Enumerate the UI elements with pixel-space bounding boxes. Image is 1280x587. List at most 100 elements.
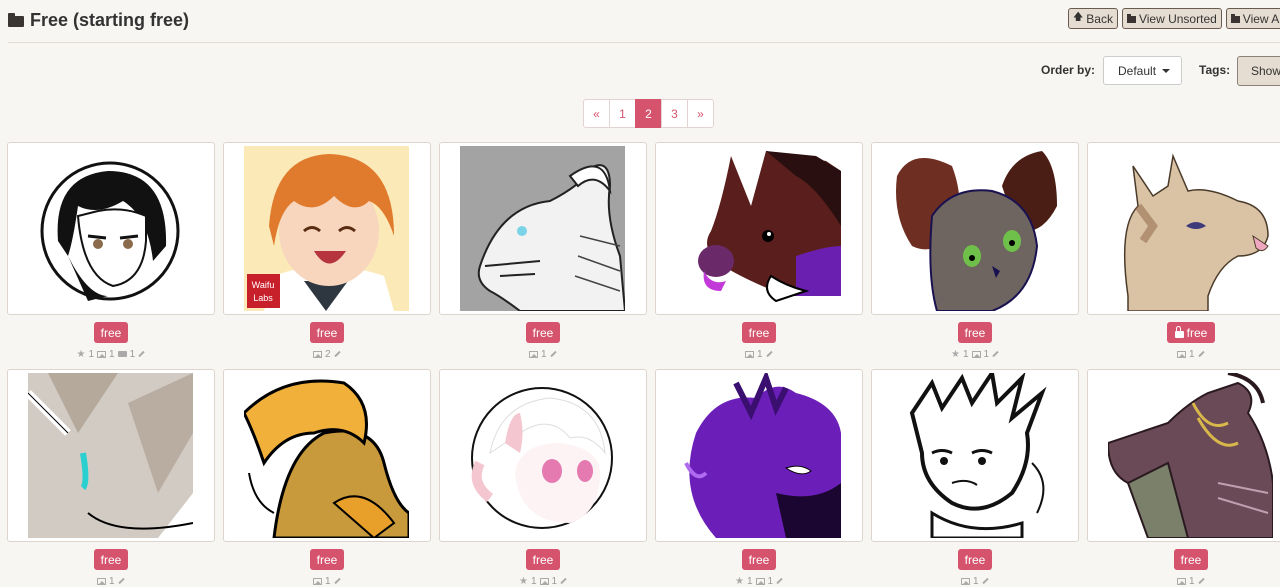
character-card[interactable] (1087, 142, 1280, 315)
pagination-page-2[interactable]: 2 (635, 99, 662, 128)
view-unsorted-button[interactable]: View Unsorted (1121, 8, 1222, 29)
character-card[interactable] (7, 369, 215, 542)
folder-icon (1230, 14, 1240, 23)
free-tag-button[interactable]: free (526, 549, 560, 570)
pencil-icon (333, 350, 341, 358)
pagination-prev[interactable]: « (583, 99, 610, 128)
character-thumbnail[interactable] (676, 373, 841, 538)
image-icon (1177, 577, 1186, 585)
free-tag-button[interactable]: free (958, 322, 992, 343)
character-card[interactable] (655, 142, 863, 315)
character-thumbnail[interactable] (892, 146, 1057, 311)
free-tag-button[interactable]: free (94, 322, 128, 343)
character-card[interactable] (223, 369, 431, 542)
stat-count: 1 (109, 575, 115, 587)
character-card[interactable]: Waifu Labs (223, 142, 431, 315)
card-stats: 1 (313, 575, 341, 587)
show-tags-button[interactable]: Show (1237, 56, 1280, 86)
free-tag-button[interactable]: free (742, 322, 776, 343)
free-tag-button[interactable]: free (526, 322, 560, 343)
card-stats: 1 (745, 348, 773, 360)
tag-label: free (1180, 552, 1202, 567)
pencil-icon (765, 350, 773, 358)
caret-down-icon (1162, 68, 1171, 73)
top-button-group: 🡅 Back View Unsorted View A (1068, 8, 1280, 29)
order-by-select[interactable]: Default (1103, 56, 1182, 85)
free-tag-button[interactable]: free (1174, 549, 1208, 570)
character-card[interactable] (1087, 369, 1280, 542)
back-button[interactable]: 🡅 Back (1068, 8, 1118, 29)
stat-count: 1 (962, 348, 969, 360)
lock-icon (1174, 326, 1184, 338)
free-tag-button[interactable]: free (958, 549, 992, 570)
card-stats: ★ 1 1 1 (77, 348, 146, 360)
folder-icon (8, 12, 24, 27)
image-icon (97, 577, 106, 585)
tag-label: free (748, 552, 770, 567)
image-icon (971, 350, 981, 358)
tag-label: free (532, 325, 554, 340)
character-thumbnail[interactable] (28, 373, 193, 538)
page-header: Free (starting free) (8, 8, 189, 32)
pagination-page-3[interactable]: 3 (661, 99, 688, 128)
character-thumbnail[interactable] (28, 146, 193, 311)
image-icon (745, 350, 754, 358)
character-thumbnail[interactable]: Waifu Labs (244, 146, 409, 311)
free-tag-button[interactable]: free (1167, 322, 1215, 343)
stat-count: 1 (746, 575, 753, 587)
pencil-icon (776, 577, 783, 585)
free-tag-button[interactable]: free (310, 549, 344, 570)
image-icon (539, 577, 549, 585)
tag-label: free (748, 325, 770, 340)
view-all-button[interactable]: View A (1225, 8, 1280, 29)
card-stats: 2 (313, 348, 341, 360)
image-icon (313, 577, 322, 585)
arrow-up-icon: 🡅 (1073, 12, 1084, 23)
header-divider (8, 42, 1280, 43)
stat-count: 1 (109, 348, 115, 360)
character-card[interactable] (439, 369, 647, 542)
tag-label: free (964, 552, 986, 567)
image-icon (1177, 350, 1186, 358)
card-stats: ★ 1 1 (735, 575, 783, 587)
character-thumbnail[interactable] (676, 146, 841, 311)
stat-count: 1 (129, 348, 136, 360)
free-tag-button[interactable]: free (742, 549, 776, 570)
character-thumbnail[interactable] (460, 373, 625, 538)
folder-icon (1126, 14, 1136, 23)
character-thumbnail[interactable] (460, 146, 625, 311)
character-card[interactable] (871, 142, 1079, 315)
character-thumbnail[interactable] (892, 373, 1057, 538)
svg-text:Labs: Labs (253, 293, 273, 303)
character-thumbnail[interactable] (1108, 373, 1273, 538)
svg-text:Waifu: Waifu (252, 280, 275, 290)
image-icon (529, 350, 538, 358)
stat-count: 1 (325, 575, 331, 587)
card-stats: 1 (961, 575, 989, 587)
pagination-next[interactable]: » (687, 99, 714, 128)
card-stats: 1 (1177, 348, 1205, 360)
stat-count: 1 (757, 348, 763, 360)
page-title: Free (starting free) (30, 9, 190, 30)
free-tag-button[interactable]: free (94, 549, 128, 570)
pagination: « 1 2 3 » (583, 99, 714, 128)
character-thumbnail[interactable] (1108, 146, 1273, 311)
card-stats: 1 (1177, 575, 1205, 587)
image-icon (313, 350, 322, 358)
card-stats: ★ 1 1 (519, 575, 567, 587)
comment-icon (117, 351, 127, 357)
tag-label: free (964, 325, 986, 340)
tag-label: free (100, 325, 122, 340)
free-tag-button[interactable]: free (310, 322, 344, 343)
character-card[interactable] (439, 142, 647, 315)
character-thumbnail[interactable] (244, 373, 409, 538)
card-stats: 1 (529, 348, 557, 360)
tag-label: free (1186, 325, 1208, 340)
tags-label: Tags: (1199, 63, 1231, 77)
character-card[interactable] (655, 369, 863, 542)
character-card[interactable] (7, 142, 215, 315)
pagination-page-1[interactable]: 1 (609, 99, 636, 128)
character-card[interactable] (871, 369, 1079, 542)
pencil-icon (1197, 577, 1205, 585)
image-icon (755, 577, 765, 585)
